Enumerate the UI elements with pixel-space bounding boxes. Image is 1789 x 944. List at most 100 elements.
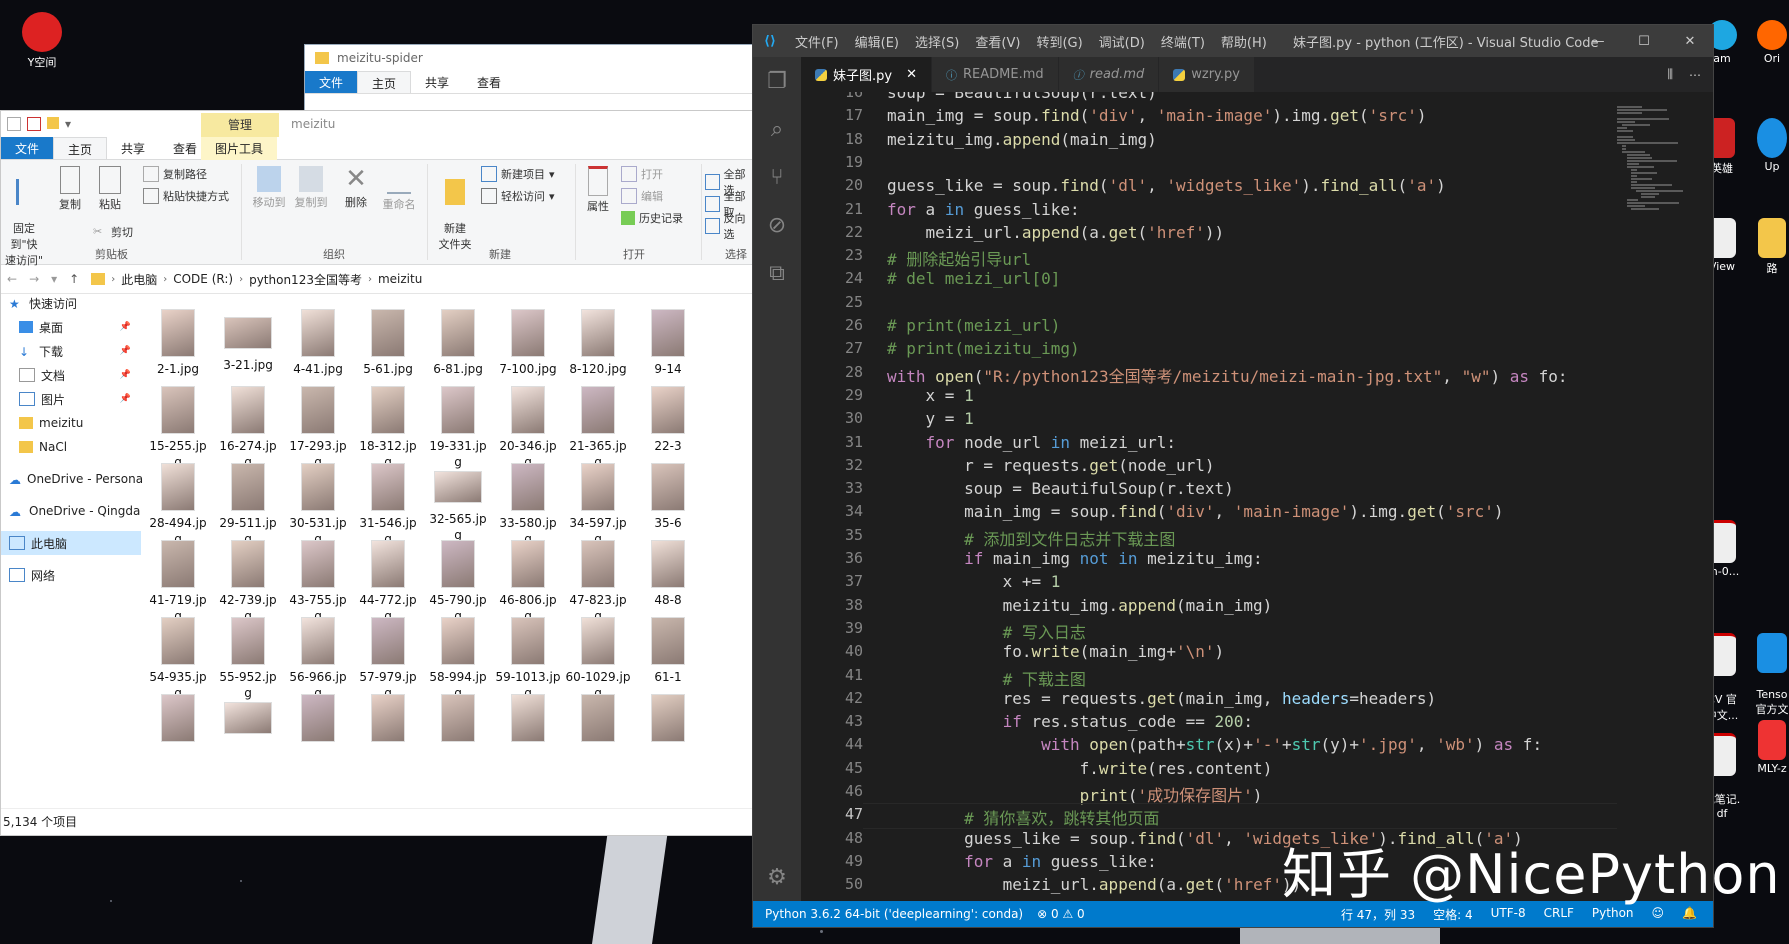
copy-path-button[interactable]: 复制路径 [143,166,207,182]
desktop-icon-mly[interactable]: MLY-z [1752,720,1789,775]
file-item[interactable]: 7-100.jpg [493,309,563,377]
tab-file[interactable]: 文件 [1,137,54,159]
menu-item[interactable]: 文件(F) [787,36,847,51]
file-item[interactable]: 17-293.jp g [283,386,353,470]
file-item[interactable]: 8-120.jpg [563,309,633,377]
nav-item[interactable]: 网络 [1,563,141,587]
code-line[interactable]: soup = BeautifulSoup(r.text) [887,92,1157,102]
copy-to-button[interactable]: 复制到 [291,166,331,210]
folder-icon[interactable] [7,117,21,131]
explorer-icon[interactable]: ❐ [753,57,801,105]
code-line[interactable]: for a in guess_like: [887,200,1080,219]
file-item[interactable]: 2-1.jpg [149,309,213,377]
rename-button[interactable]: 重命名 [379,166,419,212]
paste-button[interactable]: 粘贴 [93,166,127,212]
file-item[interactable]: 28-494.jp g [149,463,213,547]
code-line[interactable]: meizitu_img.append(main_img) [887,130,1157,149]
pin-icon[interactable]: 📌 [120,322,131,332]
code-line[interactable]: y = 1 [887,409,974,428]
file-item[interactable]: 3-21.jpg [213,309,283,373]
open-button[interactable]: 打开 [621,166,663,182]
chevron-down-icon[interactable]: ▾ [65,117,71,131]
file-item[interactable]: 43-755.jp g [283,540,353,624]
tab-file[interactable]: 文件 [305,71,358,93]
explorer-window-back[interactable]: meizitu-spider 文件 主页 共享 查看 [304,44,766,116]
file-item[interactable]: 21-365.jp g [563,386,633,470]
file-item[interactable]: 48-8 [633,540,703,608]
breadcrumb-this-pc[interactable]: 此电脑 [115,271,163,288]
file-item[interactable] [283,694,353,746]
code-line[interactable]: guess_like = soup.find('dl', 'widgets_li… [887,176,1446,195]
file-item[interactable]: 60-1029.jp g [563,617,633,701]
desktop-icon-yspace[interactable]: Y空间 [10,12,74,70]
file-item[interactable]: 46-806.jp g [493,540,563,624]
code-line[interactable]: # 猜你喜欢，跳转其他页面 [887,805,1159,829]
paste-shortcut-button[interactable]: 粘贴快捷方式 [143,188,229,204]
delete-button[interactable]: ✕ 删除 [339,166,373,210]
new-item-button[interactable]: 新建项目 ▾ [481,166,555,182]
code-line[interactable]: res = requests.get(main_img, headers=hea… [887,689,1437,708]
tab-read-md[interactable]: ⓘ read.md [1058,57,1160,92]
problems-indicator[interactable]: ⊗ 0 ⚠ 0 [1037,907,1085,921]
easy-access-button[interactable]: 轻松访问 ▾ [481,188,555,204]
invert-selection-button[interactable]: 反向选 [705,210,753,242]
desktop-icon-path[interactable]: 路 [1752,218,1789,276]
tab-meizitu-py[interactable]: 妹子图.py ✕ [801,57,932,92]
nav-item[interactable]: ☁ OneDrive - Persona [1,467,143,491]
code-line[interactable]: for node_url in meizi_url: [887,433,1176,452]
explorer-window[interactable]: ▾ 管理 meizitu 文件 主页 共享 查看 图片工具 固定到"快 速访问"… [0,110,754,836]
file-item[interactable]: 54-935.jp g [149,617,213,701]
file-item[interactable] [493,694,563,746]
file-item[interactable]: 33-580.jp g [493,463,563,547]
file-item[interactable] [563,694,633,746]
close-icon[interactable]: ✕ [906,67,917,82]
nav-item[interactable]: 桌面 📌 [1,315,141,339]
back-icon[interactable]: ← [1,272,23,286]
file-item[interactable]: 58-994.jp g [423,617,493,701]
nav-item[interactable]: 图片 📌 [1,387,141,411]
menu-item[interactable]: 帮助(H) [1213,36,1275,51]
file-item[interactable]: 42-739.jp g [213,540,283,624]
file-item[interactable]: 20-346.jp g [493,386,563,470]
code-line[interactable]: soup = BeautifulSoup(r.text) [887,479,1234,498]
code-editor[interactable]: 16 soup = BeautifulSoup(r.text) 17 main_img… [801,92,1713,901]
code-line[interactable]: meizitu_img.append(main_img) [887,596,1273,615]
code-line[interactable]: # del meizi_url[0] [887,269,1060,288]
extensions-icon[interactable]: ⧉ [753,249,801,297]
file-item[interactable] [423,694,493,746]
cut-button[interactable]: ✂ 剪切 [93,224,133,240]
tab-home[interactable]: 主页 [53,137,108,159]
file-item[interactable]: 44-772.jp g [353,540,423,624]
file-item[interactable]: 22-3 [633,386,703,454]
move-to-button[interactable]: 移动到 [249,166,289,210]
split-editor-icon[interactable]: ⫼ [1667,67,1673,82]
vscode-window[interactable]: ⟨⟩ 文件(F) 编辑(E) 选择(S) 查看(V) 转到(G) 调试(D) 终端(T) 帮助… [752,24,1714,928]
gear-icon[interactable]: ⚙ [753,853,801,901]
file-item[interactable] [149,694,213,746]
desktop-icon-ori[interactable]: Ori [1752,20,1789,65]
minimize-icon[interactable]: — [1575,34,1621,49]
properties-icon[interactable] [27,117,41,131]
file-item[interactable] [353,694,423,746]
code-line[interactable]: with open(path+str(x)+'-'+str(y)+'.jpg',… [887,735,1542,754]
file-item[interactable]: 55-952.jp g [213,617,283,701]
nav-item[interactable]: meizitu [1,411,141,435]
file-item[interactable]: 5-61.jpg [353,309,423,377]
menu-item[interactable]: 编辑(E) [847,36,907,51]
debug-icon[interactable]: ⊘ [753,201,801,249]
code-line[interactable]: if main_img not in meizitu_img: [887,549,1263,568]
file-item[interactable]: 9-14 [633,309,703,377]
file-item[interactable]: 15-255.jp g [149,386,213,470]
nav-item[interactable]: 文档 📌 [1,363,141,387]
history-button[interactable]: 历史记录 [621,210,683,226]
file-item[interactable]: 32-565.jp g [423,463,493,543]
tab-readme-md[interactable]: ⓘ README.md [931,57,1059,92]
nav-item[interactable]: 此电脑 [1,531,141,555]
file-item[interactable]: 6-81.jpg [423,309,493,377]
code-line[interactable]: r = requests.get(node_url) [887,456,1214,475]
menu-item[interactable]: 查看(V) [967,36,1028,51]
code-line[interactable]: main_img = soup.find('div', 'main-image'… [887,502,1503,521]
code-line[interactable]: meizi_url.append(a.get('href')) [887,223,1225,242]
pin-icon[interactable]: 📌 [120,346,131,356]
menu-item[interactable]: 终端(T) [1153,36,1213,51]
